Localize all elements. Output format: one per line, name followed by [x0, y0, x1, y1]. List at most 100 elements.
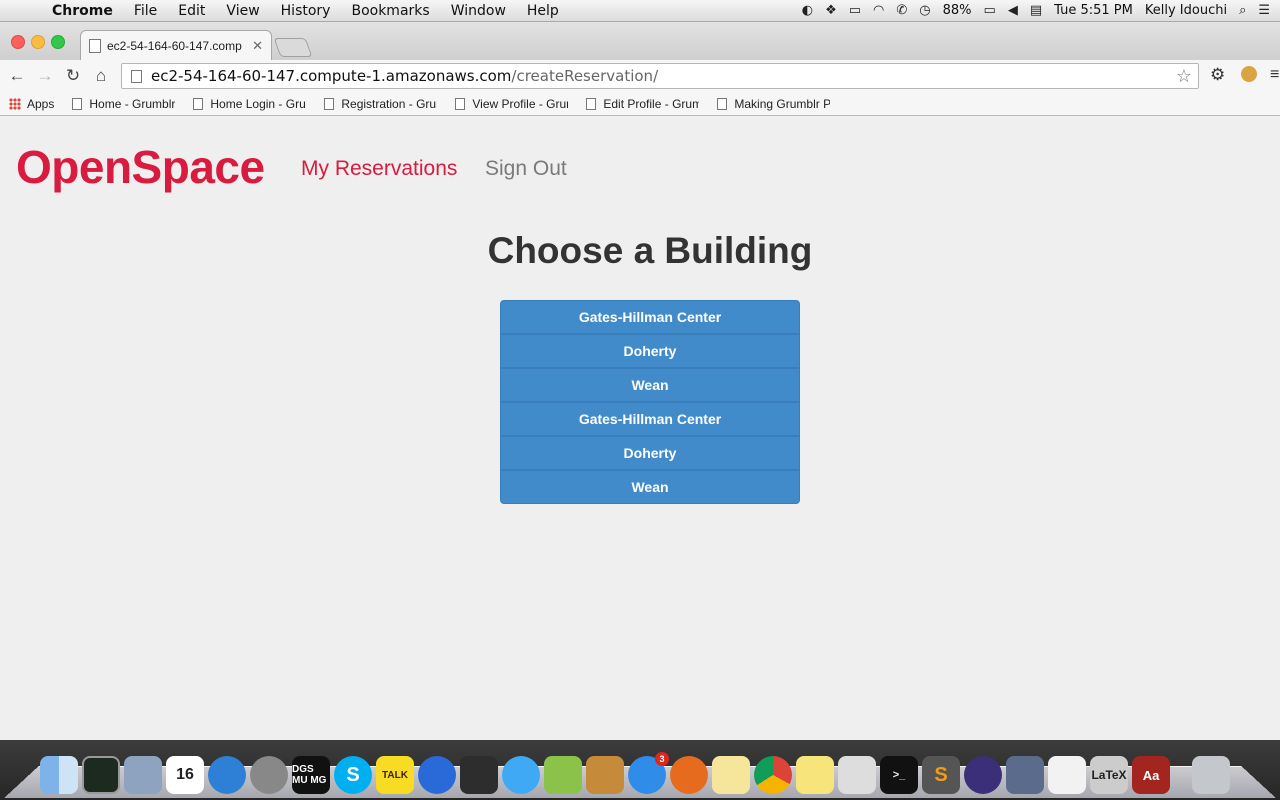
chrome-icon[interactable]: [754, 756, 792, 794]
moon-icon[interactable]: ◐: [802, 3, 813, 18]
page-icon: [72, 97, 83, 110]
back-icon[interactable]: ←: [3, 66, 31, 86]
clock[interactable]: Tue 5:51 PM: [1054, 3, 1133, 18]
calendar-icon[interactable]: 16: [166, 756, 204, 794]
chrome-menu-icon[interactable]: ≡: [1270, 66, 1279, 84]
page-icon: [324, 97, 335, 110]
window-minimize-button[interactable]: [31, 35, 45, 49]
menu-window[interactable]: Window: [451, 3, 506, 19]
kakaotalk-icon[interactable]: TALK: [376, 756, 414, 794]
bookmark-label: Apps: [27, 96, 55, 111]
gear-icon[interactable]: ⚙: [1210, 65, 1225, 85]
system-preferences-icon[interactable]: [250, 756, 288, 794]
bookmark-label: Home - Grumblr: [89, 96, 176, 111]
bookmark-label: Home Login - Grumbl: [210, 96, 306, 111]
dropbox-icon[interactable]: ❖: [825, 3, 837, 18]
drinks-app-icon[interactable]: [586, 756, 624, 794]
window-close-button[interactable]: [11, 35, 25, 49]
steam-icon[interactable]: [460, 756, 498, 794]
safari-icon[interactable]: [208, 756, 246, 794]
page-icon: [717, 97, 728, 110]
notification-center-icon[interactable]: ☰: [1258, 3, 1270, 18]
dock: 16 DGS MU MG S TALK 3 >_ S LaTeX Aa: [0, 740, 1280, 800]
menu-app-chrome[interactable]: Chrome: [52, 3, 113, 19]
dictionary-icon[interactable]: Aa: [1132, 756, 1170, 794]
tab-close-icon[interactable]: ✕: [252, 38, 263, 54]
bookmark-item[interactable]: Making Grumblr Pos: [717, 97, 830, 111]
building-button-gates-hillman[interactable]: Gates-Hillman Center: [500, 402, 800, 436]
trash-icon[interactable]: [1192, 756, 1230, 794]
cookie-icon[interactable]: [1241, 66, 1257, 82]
building-button-wean[interactable]: Wean: [500, 470, 800, 504]
page-icon: [193, 97, 204, 110]
battery-icon[interactable]: ▭: [984, 3, 996, 18]
cyberduck-icon[interactable]: [838, 756, 876, 794]
sublime-text-icon[interactable]: S: [922, 756, 960, 794]
page-icon: [455, 97, 466, 110]
brand-logo[interactable]: OpenSpace: [16, 140, 265, 194]
notification-badge: 3: [655, 752, 669, 766]
itunes-icon[interactable]: [502, 756, 540, 794]
menu-history[interactable]: History: [281, 3, 331, 19]
phone-icon[interactable]: ✆: [896, 3, 907, 18]
stickies-icon[interactable]: [796, 756, 834, 794]
nav-sign-out-link[interactable]: Sign Out: [485, 157, 567, 181]
home-icon[interactable]: ⌂: [87, 66, 115, 86]
building-button-wean[interactable]: Wean: [500, 368, 800, 402]
bookmark-apps[interactable]: Apps: [0, 97, 54, 111]
menu-view[interactable]: View: [226, 3, 259, 19]
window-maximize-button[interactable]: [51, 35, 65, 49]
menu-file[interactable]: File: [134, 3, 157, 19]
address-bar[interactable]: ec2-54-164-60-147.compute-1.amazonaws.co…: [121, 63, 1199, 89]
menu-edit[interactable]: Edit: [178, 3, 205, 19]
user-name[interactable]: Kelly Idouchi: [1145, 3, 1227, 18]
web-page: OpenSpace My Reservations Sign Out Choos…: [0, 117, 1280, 740]
tab-title: ec2-54-164-60-147.comp: [107, 38, 242, 53]
wifi-icon[interactable]: ◠: [873, 3, 884, 18]
android-icon[interactable]: [544, 756, 582, 794]
firefox-icon[interactable]: [670, 756, 708, 794]
menu-help[interactable]: Help: [527, 3, 559, 19]
latex-icon[interactable]: LaTeX: [1090, 756, 1128, 794]
time-machine-icon[interactable]: ◷: [919, 3, 930, 18]
page-icon: [89, 38, 101, 53]
reload-icon[interactable]: ↻: [59, 66, 87, 86]
terminal-icon[interactable]: >_: [880, 756, 918, 794]
dock-icons: 16 DGS MU MG S TALK 3 >_ S LaTeX Aa: [40, 748, 1230, 794]
building-button-doherty[interactable]: Doherty: [500, 436, 800, 470]
bookmark-item[interactable]: Registration - Grumb: [324, 97, 437, 111]
bookmark-item[interactable]: Edit Profile - Grumbl: [586, 97, 699, 111]
activity-monitor-icon[interactable]: [82, 756, 120, 794]
new-tab-button[interactable]: [273, 38, 313, 57]
us-flag-icon[interactable]: ▤: [1030, 3, 1042, 18]
preview-icon[interactable]: [124, 756, 162, 794]
forward-icon[interactable]: →: [31, 66, 59, 86]
finder-icon[interactable]: [40, 756, 78, 794]
macos-menu-bar: Chrome File Edit View History Bookmarks …: [0, 0, 1280, 22]
bookmark-item[interactable]: Home Login - Grumbl: [193, 97, 306, 111]
building-list: Gates-Hillman Center Doherty Wean Gates-…: [500, 300, 800, 504]
bookmark-star-icon[interactable]: ☆: [1176, 66, 1192, 87]
eclipse-icon[interactable]: [964, 756, 1002, 794]
bookmark-label: Registration - Grumb: [341, 96, 437, 111]
skype-icon[interactable]: S: [334, 756, 372, 794]
quicktime-icon[interactable]: [418, 756, 456, 794]
status-area: ◐ ❖ ▭ ◠ ✆ ◷ 88% ▭ ◀ ▤ Tue 5:51 PM Kelly …: [802, 3, 1280, 18]
text-editor-icon[interactable]: [1048, 756, 1086, 794]
building-button-gates-hillman[interactable]: Gates-Hillman Center: [500, 300, 800, 334]
airplay-icon[interactable]: ▭: [849, 3, 861, 18]
volume-icon[interactable]: ◀: [1008, 3, 1018, 18]
script-editor-icon[interactable]: [1006, 756, 1044, 794]
spotlight-search-icon[interactable]: ⌕: [1239, 3, 1246, 18]
bookmark-item[interactable]: Home - Grumblr: [72, 97, 175, 111]
nav-my-reservations-link[interactable]: My Reservations: [301, 157, 457, 181]
bookmark-label: Making Grumblr Pos: [734, 96, 831, 111]
bookmark-item[interactable]: View Profile - Grumb: [455, 97, 568, 111]
menu-bookmarks[interactable]: Bookmarks: [351, 3, 429, 19]
building-button-doherty[interactable]: Doherty: [500, 334, 800, 368]
app-store-icon[interactable]: 3: [628, 752, 669, 794]
dgs-app-icon[interactable]: DGS MU MG: [292, 756, 330, 794]
battery-percent[interactable]: 88%: [943, 3, 972, 18]
tab-active[interactable]: ec2-54-164-60-147.comp ✕: [80, 30, 272, 60]
notes-icon[interactable]: [712, 756, 750, 794]
